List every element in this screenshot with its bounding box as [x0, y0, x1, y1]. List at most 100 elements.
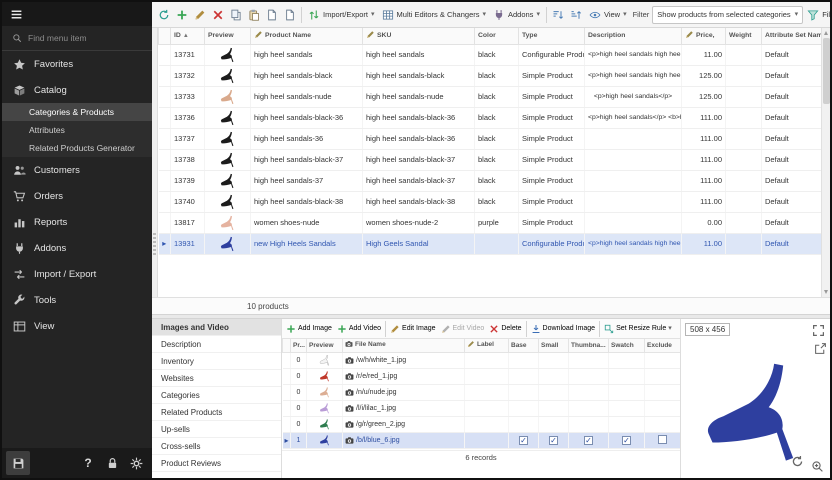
- scrollbar-thumb[interactable]: [823, 38, 830, 104]
- img-col-header-pr[interactable]: Pr...: [291, 339, 307, 352]
- add-product-button[interactable]: [173, 5, 190, 24]
- col-header-description[interactable]: Description: [585, 28, 682, 44]
- help-button[interactable]: ?: [76, 451, 100, 475]
- img-col-header-label[interactable]: Label: [465, 339, 509, 352]
- col-header-color[interactable]: Color: [475, 28, 519, 44]
- row-expander[interactable]: ▸: [159, 233, 171, 254]
- col-header-attribute-set-name[interactable]: Attribute Set Name: [762, 28, 822, 44]
- report-doc-button[interactable]: [281, 5, 298, 24]
- sidebar-item-customers[interactable]: Customers: [2, 157, 152, 183]
- img-col-header-preview[interactable]: Preview: [307, 339, 343, 352]
- sort-ascending-button[interactable]: [550, 5, 567, 24]
- tab-inventory[interactable]: Inventory: [152, 353, 281, 370]
- sidebar-item-addons[interactable]: Addons: [2, 235, 152, 261]
- sidebar-item-categories-products[interactable]: Categories & Products: [2, 103, 152, 121]
- tab-related-products[interactable]: Related Products: [152, 404, 281, 421]
- sidebar-item-related-products-generator[interactable]: Related Products Generator: [2, 139, 152, 157]
- product-row[interactable]: 13732high heel sandals-blackhigh heel sa…: [159, 65, 822, 86]
- delete-product-button[interactable]: [209, 5, 226, 24]
- product-row[interactable]: 13738high heel sandals-black-37high heel…: [159, 149, 822, 170]
- download-image-button[interactable]: Download Image: [529, 323, 598, 335]
- zoom-icon[interactable]: [811, 460, 824, 473]
- tab-websites[interactable]: Websites: [152, 370, 281, 387]
- image-row[interactable]: 0/l/i/lilac_1.jpg: [283, 400, 681, 416]
- sort-descending-button[interactable]: [568, 5, 585, 24]
- image-row[interactable]: 0/g/r/green_2.jpg: [283, 416, 681, 432]
- image-row[interactable]: 0/n/u/nude.jpg: [283, 384, 681, 400]
- tab-categories[interactable]: Categories: [152, 387, 281, 404]
- tab-description[interactable]: Description: [152, 336, 281, 353]
- row-expander[interactable]: ▸: [283, 432, 291, 448]
- tab-images-and-video[interactable]: Images and Video: [152, 319, 281, 336]
- scroll-up-icon[interactable]: [823, 29, 830, 37]
- col-header-weight[interactable]: Weight: [726, 28, 762, 44]
- img-col-header-base[interactable]: Base: [509, 339, 539, 352]
- image-row[interactable]: ▸1/b/l/blue_6.jpg✓✓✓✓: [283, 432, 681, 448]
- scroll-down-icon[interactable]: [823, 288, 830, 296]
- tab-up-sells[interactable]: Up-sells: [152, 421, 281, 438]
- img-col-header-thumbna[interactable]: Thumbna...: [569, 339, 609, 352]
- col-header-id[interactable]: ID▲: [171, 28, 205, 44]
- copy-button[interactable]: [227, 5, 244, 24]
- img-col-header-small[interactable]: Small: [539, 339, 569, 352]
- sidebar-item-favorites[interactable]: Favorites: [2, 51, 152, 77]
- set-resize-rule-button[interactable]: Set Resize Rule▾: [602, 323, 674, 335]
- col-header-price[interactable]: Price,: [682, 28, 726, 44]
- col-header-preview[interactable]: Preview: [205, 28, 251, 44]
- product-row[interactable]: 13731high heel sandalshigh heel sandalsb…: [159, 44, 822, 65]
- paste-button[interactable]: [245, 5, 262, 24]
- product-row[interactable]: 13736high heel sandals-black-36high heel…: [159, 107, 822, 128]
- addons-button[interactable]: Addons▾: [490, 7, 543, 23]
- edit-product-button[interactable]: [191, 5, 208, 24]
- sidebar-item-orders[interactable]: Orders: [2, 183, 152, 209]
- product-row[interactable]: 13740high heel sandals-black-38high heel…: [159, 191, 822, 212]
- tab-product-reviews[interactable]: Product Reviews: [152, 455, 281, 472]
- product-row[interactable]: 13733high heel sandals-nudehigh heel san…: [159, 86, 822, 107]
- base-checkbox[interactable]: ✓: [519, 436, 528, 445]
- col-header-product-name[interactable]: Product Name: [251, 28, 363, 44]
- edit-image-button[interactable]: Edit Image: [388, 323, 437, 335]
- tab-cross-sells[interactable]: Cross-sells: [152, 438, 281, 455]
- sidebar-item-tools[interactable]: Tools: [2, 287, 152, 313]
- filters-button[interactable]: Filters▾: [804, 7, 830, 23]
- image-row[interactable]: 0/w/h/white_1.jpg: [283, 352, 681, 368]
- sidebar-item-view[interactable]: View: [2, 313, 152, 339]
- edit-video-button[interactable]: Edit Video: [439, 323, 487, 335]
- col-header-expander[interactable]: [159, 28, 171, 44]
- small-checkbox[interactable]: ✓: [549, 436, 558, 445]
- delete-image-button[interactable]: Delete: [487, 323, 523, 335]
- import-export-button[interactable]: Import/Export▾: [305, 7, 378, 23]
- lock-button[interactable]: [100, 451, 124, 475]
- save-button[interactable]: [6, 451, 30, 475]
- sidebar-search-input[interactable]: Find menu item: [2, 26, 152, 51]
- hamburger-menu-icon[interactable]: [10, 8, 23, 21]
- img-col-header-exclude[interactable]: Exclude: [645, 339, 681, 352]
- img-col-header-file-name[interactable]: File Name: [343, 339, 465, 352]
- exclude-checkbox[interactable]: [658, 435, 667, 444]
- sidebar-item-attributes[interactable]: Attributes: [2, 121, 152, 139]
- multi-editors-button[interactable]: Multi Editors & Changers▾: [379, 7, 489, 23]
- add-image-button[interactable]: Add Image: [284, 323, 334, 335]
- category-filter-select[interactable]: Show products from selected categories▾: [652, 6, 803, 24]
- sidebar-item-import-export[interactable]: Import / Export: [2, 261, 152, 287]
- product-row[interactable]: ▸13931new High Heels SandalsHigh Geels S…: [159, 233, 822, 254]
- thumbnail-checkbox[interactable]: ✓: [584, 436, 593, 445]
- product-row[interactable]: 13737high heel sandals-36high heel sanda…: [159, 128, 822, 149]
- add-video-button[interactable]: Add Video: [335, 323, 383, 335]
- fullscreen-icon[interactable]: [812, 324, 825, 337]
- sidebar-item-catalog[interactable]: Catalog: [2, 77, 152, 103]
- export-doc-button[interactable]: [263, 5, 280, 24]
- col-header-type[interactable]: Type: [519, 28, 585, 44]
- refresh-preview-icon[interactable]: [791, 455, 804, 468]
- col-header-sku[interactable]: SKU: [363, 28, 475, 44]
- view-button[interactable]: View▾: [586, 7, 630, 23]
- image-row[interactable]: 0/r/e/red_1.jpg: [283, 368, 681, 384]
- swatch-checkbox[interactable]: ✓: [622, 436, 631, 445]
- sidebar-item-reports[interactable]: Reports: [2, 209, 152, 235]
- settings-button[interactable]: [124, 451, 148, 475]
- img-col-header-swatch[interactable]: Swatch: [609, 339, 645, 352]
- grid-vertical-scrollbar[interactable]: [821, 28, 830, 297]
- img-col-header-expander[interactable]: [283, 339, 291, 352]
- refresh-button[interactable]: [155, 5, 172, 24]
- product-row[interactable]: 13817women shoes-nudewomen shoes-nude-2p…: [159, 212, 822, 233]
